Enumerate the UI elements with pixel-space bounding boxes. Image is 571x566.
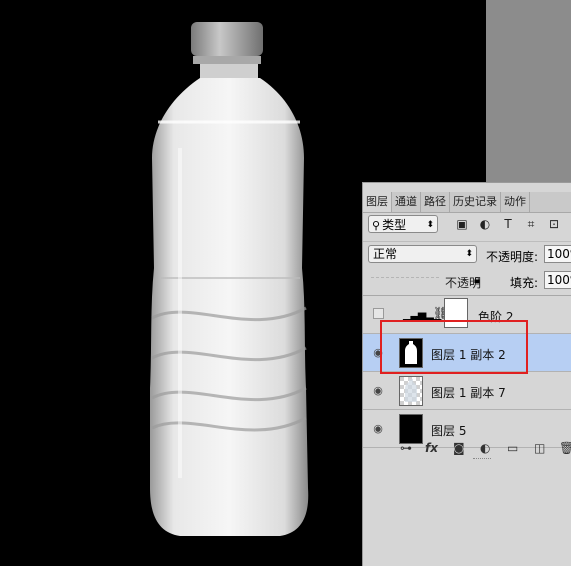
link-layers-icon[interactable]: ⊶ (400, 441, 412, 455)
eye-icon[interactable]: ◉ (371, 384, 385, 398)
new-layer-icon[interactable]: ◫ (534, 441, 545, 455)
layer-filter-select[interactable]: ⚲ 类型 ⬍ (368, 215, 438, 233)
tab-layers[interactable]: 图层 (363, 192, 392, 212)
adjustment-filter-icon[interactable]: ◐ (478, 217, 492, 231)
tab-paths[interactable]: 路径 (421, 192, 450, 212)
trash-icon[interactable]: 🗑︎ (559, 441, 571, 455)
select-arrow-icon: ⬍ (465, 249, 473, 259)
type-filter-icon[interactable]: T (501, 217, 515, 231)
blend-mode-value: 正常 (373, 247, 398, 261)
lock-icon[interactable]: 🔒︎ (474, 273, 480, 287)
blend-mode-select[interactable]: 正常 ⬍ (368, 245, 477, 263)
lock-row: 不透明 🔒︎ 填充: 100% (363, 267, 571, 296)
layers-panel: 图层 通道 路径 历史记录 动作 ⚲ 类型 ⬍ ▣ ◐ T ⌗ ⊡ 正常 ⬍ 不透明… (362, 182, 571, 566)
fx-icon[interactable]: fx (425, 441, 438, 455)
opacity-label: 不透明度: (486, 250, 539, 264)
layers-toolbar: ⊶ fx ◙ ◐ ▭ ◫ 🗑︎ (363, 437, 571, 459)
image-filter-icon[interactable]: ▣ (455, 217, 469, 231)
lock-options[interactable] (371, 277, 439, 286)
layer-row-copy-7[interactable]: ◉ 图层 1 副本 7 (363, 372, 571, 410)
new-adjustment-icon[interactable]: ◐ (480, 441, 490, 455)
visibility-toggle-off[interactable] (373, 308, 384, 319)
fill-label: 填充: (510, 276, 539, 290)
blend-row: 正常 ⬍ 不透明度: 100% (363, 241, 571, 268)
tab-history[interactable]: 历史记录 (450, 192, 501, 212)
layer-thumbnail (399, 376, 423, 406)
eye-icon[interactable]: ◉ (371, 422, 385, 436)
select-arrow-icon: ⬍ (426, 220, 434, 230)
layer-name: 图层 1 副本 7 (431, 386, 506, 400)
highlight-annotation-box (380, 320, 528, 374)
fill-input[interactable]: 100% (544, 271, 571, 289)
shape-filter-icon[interactable]: ⌗ (524, 217, 538, 231)
smart-object-filter-icon[interactable]: ⊡ (547, 217, 561, 231)
bottle-transparent-icon (405, 379, 417, 402)
opacity-input[interactable]: 100% (544, 245, 571, 263)
new-group-icon[interactable]: ▭ (507, 441, 518, 455)
tab-channels[interactable]: 通道 (392, 192, 421, 212)
panel-tabs: 图层 通道 路径 历史记录 动作 (363, 192, 571, 213)
resize-grip[interactable] (473, 458, 491, 463)
filter-label: 类型 (382, 218, 407, 232)
search-icon: ⚲ (372, 219, 381, 232)
tab-actions[interactable]: 动作 (501, 192, 530, 212)
add-mask-icon[interactable]: ◙ (453, 441, 465, 455)
filter-row: ⚲ 类型 ⬍ ▣ ◐ T ⌗ ⊡ (363, 213, 571, 239)
water-bottle-image (150, 22, 309, 536)
